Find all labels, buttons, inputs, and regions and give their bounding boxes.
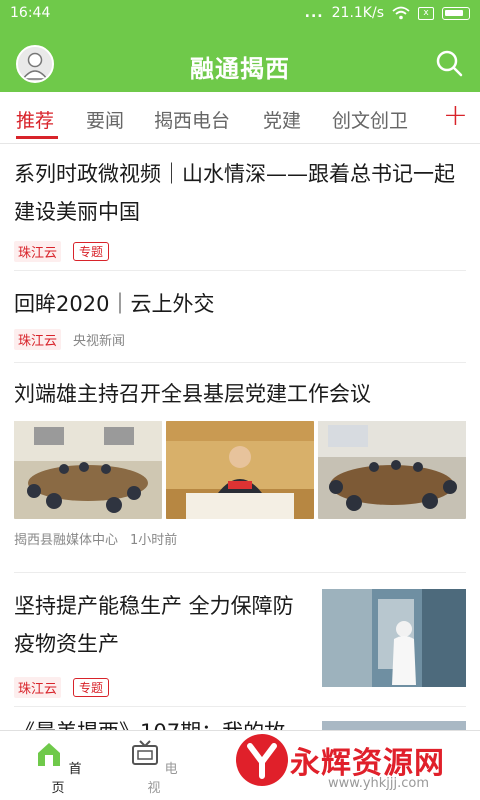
news-item[interactable]: 刘端雄主持召开全县基层党建工作会议 揭西县融媒体中心 1小时前 — [14, 365, 466, 573]
meeting-photo — [166, 421, 314, 519]
news-headline: 坚持提产能稳生产 全力保障防疫物资生产 — [14, 594, 294, 656]
image-gallery — [14, 421, 466, 519]
news-thumbnail — [322, 589, 466, 687]
news-item[interactable]: 系列时政微视频｜山水情深——跟着总书记一起建设美丽中国 珠江云 专题 — [14, 155, 466, 271]
publish-time: 1小时前 — [130, 533, 178, 548]
watermark-logo-icon — [236, 734, 288, 786]
status-bar: 16:44 ... 21.1K/s x — [0, 0, 480, 28]
topic-badge: 专题 — [73, 678, 110, 697]
status-time: 16:44 — [10, 5, 51, 21]
tv-icon — [132, 740, 159, 765]
app-title: 融通揭西 — [190, 55, 290, 83]
source-tag: 珠江云 — [14, 329, 62, 350]
watermark: 永辉资源网 www.yhkjjj.com — [232, 728, 476, 794]
news-feed: 系列时政微视频｜山水情深——跟着总书记一起建设美丽中国 珠江云 专题 回眸202… — [0, 145, 480, 730]
watermark-url: www.yhkjjj.com — [328, 776, 430, 791]
news-item[interactable]: 回眸2020｜云上外交 珠江云 央视新闻 — [14, 273, 466, 363]
publisher-label: 揭西县融媒体中心 — [14, 533, 119, 548]
top-bar: 16:44 ... 21.1K/s x 融通揭西 — [0, 0, 480, 92]
active-tab-indicator — [16, 136, 58, 139]
add-tab-button[interactable]: + — [443, 98, 468, 134]
tab-civilization[interactable]: 创文创卫 — [332, 106, 408, 133]
network-speed: 21.1K/s — [331, 5, 384, 21]
news-item[interactable]: 坚持提产能稳生产 全力保障防疫物资生产 珠江云 专题 — [14, 575, 466, 707]
tab-radio[interactable]: 揭西电台 — [154, 106, 230, 133]
news-headline: 系列时政微视频｜山水情深——跟着总书记一起建设美丽中国 — [14, 162, 455, 224]
wifi-icon — [392, 6, 410, 20]
source-tag: 珠江云 — [14, 677, 62, 698]
news-meta: 珠江云 专题 — [14, 241, 466, 262]
status-icons: ... 21.1K/s x — [305, 5, 470, 21]
topic-badge: 专题 — [73, 242, 110, 261]
search-icon[interactable] — [434, 48, 464, 78]
source-tag: 珠江云 — [14, 241, 62, 262]
meeting-photo — [318, 421, 466, 519]
nav-home[interactable]: 首页 — [28, 739, 88, 796]
news-headline: 回眸2020｜云上外交 — [14, 292, 215, 316]
nav-tv[interactable]: 电视 — [124, 739, 184, 796]
notification-dots: ... — [304, 5, 324, 21]
tab-party[interactable]: 党建 — [263, 106, 301, 133]
battery-icon — [442, 6, 470, 20]
news-meta: 珠江云 央视新闻 — [14, 329, 466, 350]
news-meta: 揭西县融媒体中心 1小时前 — [14, 529, 466, 548]
home-icon — [38, 743, 61, 766]
category-tabs: 推荐 要闻 揭西电台 党建 创文创卫 + — [0, 92, 480, 144]
news-headline: 刘端雄主持召开全县基层党建工作会议 — [14, 382, 371, 406]
sim-icon: x — [418, 6, 434, 20]
tab-news[interactable]: 要闻 — [86, 106, 124, 133]
meeting-photo — [14, 421, 162, 519]
tab-recommend[interactable]: 推荐 — [16, 106, 54, 133]
publisher-label: 央视新闻 — [73, 334, 126, 349]
